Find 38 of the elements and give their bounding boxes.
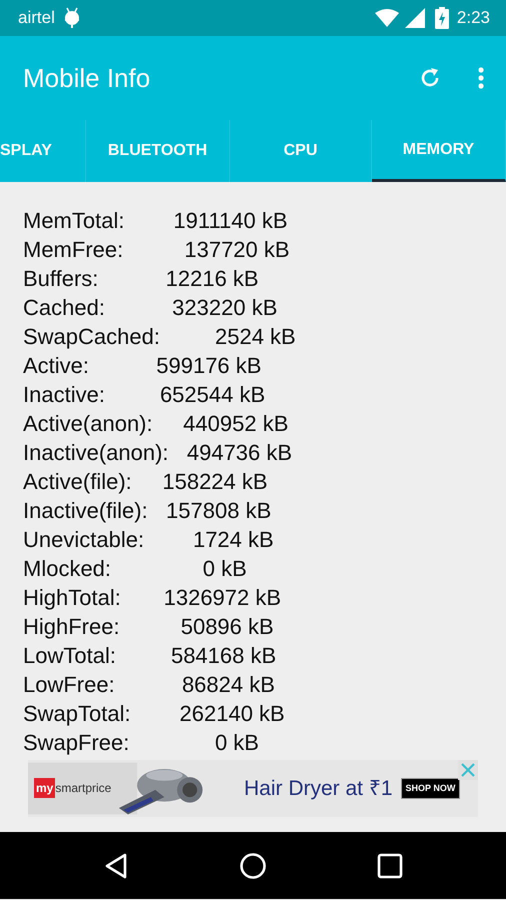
tab[interactable]: MEMORY: [372, 120, 506, 182]
recents-icon[interactable]: [377, 852, 403, 878]
memory-info-line: Inactive(anon): 494736 kB: [23, 439, 294, 467]
ad-banner[interactable]: my smartprice Hair Dryer at ₹1 SHOP NOW: [28, 760, 478, 817]
memory-info-line: Cached: 323220 kB: [23, 294, 278, 322]
memory-info-line: Active(anon): 440952 kB: [23, 410, 290, 438]
memory-info-line: Active(file): 158224 kB: [23, 468, 269, 496]
signal-icon: [404, 8, 425, 28]
memory-info-line: LowFree: 86824 kB: [23, 671, 276, 699]
memory-info-line: SwapFree: 0 kB: [23, 729, 260, 757]
memory-info-line: Mlocked: 0 kB: [23, 555, 248, 583]
wifi-icon: [374, 9, 399, 27]
back-icon[interactable]: [103, 852, 129, 880]
brand-logo: my: [34, 778, 56, 798]
brand-name: smartprice: [55, 780, 112, 797]
ad-headline: Hair Dryer at ₹1: [244, 776, 393, 802]
memory-info-line: Unevictable: 1724 kB: [23, 526, 275, 554]
tab[interactable]: CPU: [230, 120, 372, 182]
tab[interactable]: SPLAY: [0, 120, 86, 182]
android-icon: [62, 7, 81, 29]
memory-info-line: HighFree: 50896 kB: [23, 613, 275, 641]
carrier-name: airtel: [18, 7, 55, 30]
clock-time: 2:23: [456, 7, 490, 30]
memory-info-line: Active: 599176 kB: [23, 352, 262, 380]
battery-charging-icon: [434, 7, 449, 29]
memory-info-line: MemTotal: 1911140 kB: [23, 207, 289, 235]
home-icon[interactable]: [239, 852, 267, 880]
memory-info-line: LowTotal: 584168 kB: [23, 642, 278, 670]
app-title: Mobile Info: [23, 62, 152, 94]
memory-info-line: MemFree: 137720 kB: [23, 236, 291, 264]
memory-info-line: Inactive: 652544 kB: [23, 381, 266, 409]
tab[interactable]: BLUETOOTH: [86, 120, 230, 182]
memory-info-line: SwapTotal: 262140 kB: [23, 700, 286, 728]
memory-info-line: Buffers: 12216 kB: [23, 265, 260, 293]
shop-now-button[interactable]: SHOP NOW: [400, 778, 460, 800]
memory-info-line: SwapCached: 2524 kB: [23, 323, 297, 351]
memory-info-line: Inactive(file): 157808 kB: [23, 497, 272, 525]
memory-info-line: HighTotal: 1326972 kB: [23, 584, 282, 612]
